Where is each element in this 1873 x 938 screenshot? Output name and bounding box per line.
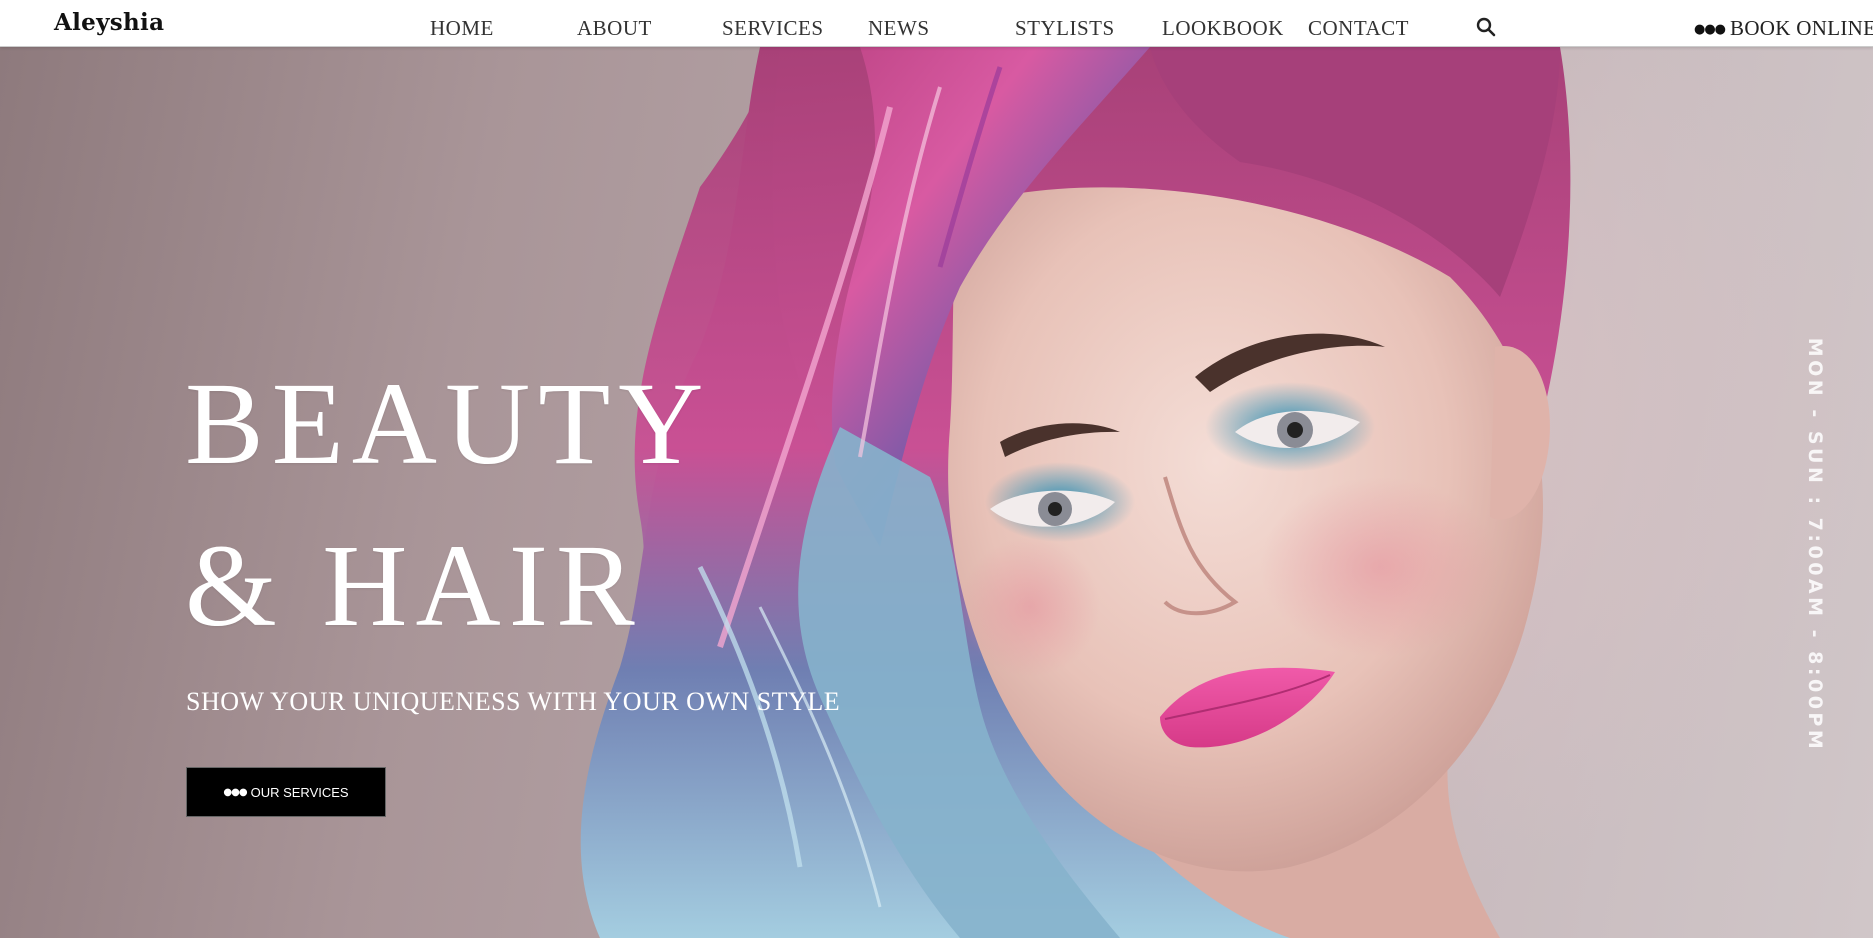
nav-news[interactable]: NEWS [868,16,930,41]
opening-hours-text: MON - SUN : 7:00AM - 8:00PM [1804,337,1826,753]
dots-icon: ●●● [1694,22,1726,37]
nav-stylists[interactable]: STYLISTS [1015,16,1115,41]
book-online-label: BOOK ONLINE [1730,16,1873,40]
book-online-link[interactable]: ●●● BOOK ONLINE [1694,16,1873,41]
nav-lookbook[interactable]: LOOKBOOK [1162,16,1284,41]
nav-contact[interactable]: CONTACT [1308,16,1409,41]
site-header: Aleyshia HOME ABOUT SERVICES NEWS STYLIS… [0,0,1873,47]
hero-headline-line2: & HAIR [185,520,643,651]
hero-headline-line1: BEAUTY [185,358,712,489]
our-services-button[interactable]: ●●● OUR SERVICES [186,767,386,817]
our-services-label: OUR SERVICES [250,784,349,800]
search-icon[interactable] [1476,17,1496,37]
nav-about[interactable]: ABOUT [577,16,652,41]
site-logo[interactable]: Aleyshia [54,9,164,36]
nav-home[interactable]: HOME [430,16,494,41]
dots-icon: ●●● [223,786,247,798]
nav-services[interactable]: SERVICES [722,16,824,41]
hero-tagline: SHOW YOUR UNIQUENESS WITH YOUR OWN STYLE [186,687,841,716]
hero-section: BEAUTY & HAIR SHOW YOUR UNIQUENESS WITH … [0,47,1873,938]
opening-hours: MON - SUN : 7:00AM - 8:00PM [1800,338,1830,753]
